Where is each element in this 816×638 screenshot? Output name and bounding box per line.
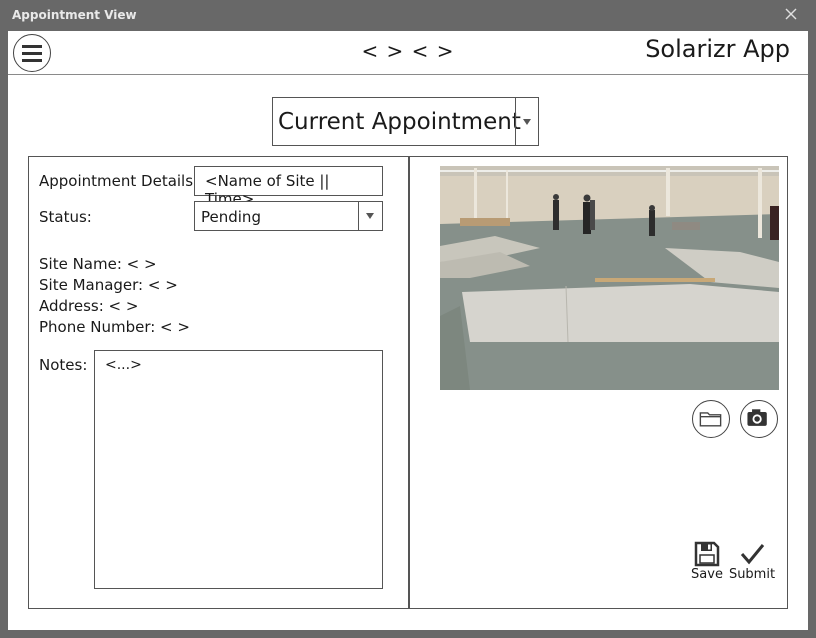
site-name: Site Name: < > (39, 255, 157, 273)
appointment-select-value: Current Appointment (278, 109, 521, 135)
app-window: Appointment View < > < > Solarizr App Cu… (0, 0, 816, 638)
submit-button[interactable]: Submit (727, 541, 777, 582)
photo-panel: Save Submit (408, 156, 788, 609)
app-header: < > < > Solarizr App (8, 31, 808, 75)
status-dropdown[interactable]: Pending (194, 201, 383, 231)
window-title: Appointment View (12, 8, 137, 22)
save-label: Save (691, 567, 723, 582)
submit-label: Submit (728, 567, 776, 582)
details-panel: Appointment Details <Name of Site || Tim… (28, 156, 409, 609)
chevron-down-icon[interactable] (366, 213, 374, 219)
camera-icon[interactable] (740, 400, 778, 438)
select-divider (515, 98, 516, 145)
phone-number: Phone Number: < > (39, 318, 190, 336)
site-manager: Site Manager: < > (39, 276, 178, 294)
appointment-details-label: Appointment Details (39, 172, 194, 190)
checkmark-icon (740, 544, 765, 565)
site-info: Site Name: < > Site Manager: < > Address… (39, 254, 190, 338)
status-value: Pending (201, 208, 261, 226)
address: Address: < > (39, 297, 139, 315)
notes-label: Notes: (39, 356, 88, 374)
client-area: < > < > Solarizr App Current Appointment… (8, 31, 808, 630)
header-placeholder: < > < > (361, 39, 455, 63)
site-photo (440, 166, 779, 390)
hamburger-menu-icon[interactable] (13, 34, 51, 72)
notes-value: <...> (105, 357, 142, 373)
app-title: Solarizr App (645, 35, 790, 63)
title-bar: Appointment View (0, 0, 816, 31)
notes-textarea[interactable]: <...> (94, 350, 383, 589)
appointment-details-field[interactable]: <Name of Site || Time> (194, 166, 383, 208)
close-icon[interactable] (782, 5, 800, 23)
folder-icon[interactable] (692, 400, 730, 438)
status-label: Status: (39, 208, 92, 226)
chevron-down-icon[interactable] (523, 119, 531, 125)
status-divider (358, 202, 359, 230)
save-button[interactable]: Save (690, 541, 724, 582)
floppy-disk-icon (694, 541, 720, 567)
appointment-select[interactable]: Current Appointment (272, 97, 539, 146)
